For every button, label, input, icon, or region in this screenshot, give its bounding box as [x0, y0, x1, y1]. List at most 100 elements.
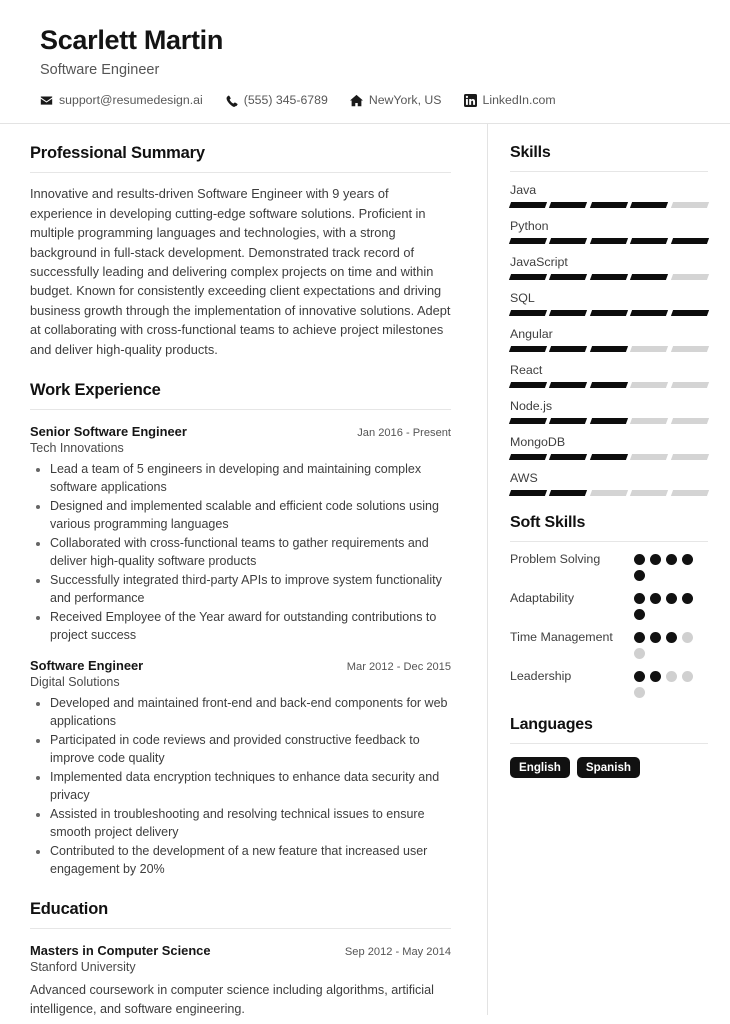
work-bullet: Received Employee of the Year award for …: [50, 608, 451, 644]
work-entry-head: Software Engineer Mar 2012 - Dec 2015: [30, 658, 451, 673]
work-bullet: Developed and maintained front-end and b…: [50, 694, 451, 730]
soft-skill-item: Time Management: [510, 629, 708, 660]
section-rule: [510, 541, 708, 543]
candidate-name: Scarlett Martin: [40, 25, 224, 55]
skill-name: React: [510, 363, 543, 378]
skill-segment: [670, 238, 710, 245]
skill-segment: [589, 346, 629, 353]
main-column: Professional Summary Innovative and resu…: [0, 124, 487, 1016]
section-rule: [30, 172, 451, 174]
skill-segment: [589, 238, 629, 245]
skill-item: SQL: [508, 291, 710, 317]
work-company: Tech Innovations: [30, 441, 124, 456]
contact-phone[interactable]: (555) 345-6789: [225, 93, 328, 107]
skill-level-bar: [508, 490, 710, 497]
contact-phone-text: (555) 345-6789: [243, 93, 328, 108]
soft-skill-rating: [634, 590, 708, 621]
section-education: Education Masters in Computer Science Sep…: [30, 900, 451, 1024]
skill-segment: [589, 454, 629, 461]
soft-skill-item: Adaptability: [510, 590, 708, 621]
section-rule: [30, 928, 451, 930]
skill-segment: [589, 418, 629, 425]
section-soft-skills: Soft Skills Problem Solving Adaptability T…: [510, 514, 708, 699]
skill-segment: [508, 238, 548, 245]
skill-segment: [630, 310, 669, 317]
skill-segment: [508, 310, 548, 317]
soft-skill-dot: [634, 632, 645, 644]
skill-item: Java: [508, 183, 710, 209]
skill-item: JavaScript: [508, 255, 710, 281]
skill-segment: [630, 202, 669, 209]
soft-skill-item: Leadership: [510, 668, 708, 699]
education-description: Advanced coursework in computer science …: [30, 983, 434, 1016]
work-role: Software Engineer: [30, 658, 144, 674]
skill-segment: [549, 202, 588, 209]
contact-linkedin[interactable]: LinkedIn.com: [463, 93, 556, 107]
skill-segment: [630, 382, 669, 389]
skill-segment: [508, 490, 548, 497]
skill-segment: [549, 418, 588, 425]
soft-skill-rating: [634, 629, 708, 660]
skill-item: Python: [508, 219, 710, 245]
work-entry: Senior Software Engineer Jan 2016 - Prese…: [30, 424, 451, 644]
work-role: Senior Software Engineer: [30, 424, 187, 440]
soft-skill-dot: [634, 609, 645, 621]
section-rule: [510, 171, 708, 173]
soft-skill-dot: [650, 593, 661, 605]
resume-page: Scarlett Martin Software Engineer suppor…: [0, 0, 730, 1024]
soft-skill-item: Problem Solving: [510, 551, 708, 582]
soft-skill-dot: [634, 554, 645, 566]
skill-segment: [630, 238, 669, 245]
skill-item: Angular: [508, 327, 710, 353]
skill-segment: [670, 202, 710, 209]
contact-location: NewYork, US: [349, 93, 442, 107]
contact-list: support@resumedesign.ai (555) 345-6789 N…: [40, 93, 694, 107]
language-tag: English: [510, 757, 570, 779]
soft-skill-name: Problem Solving: [510, 552, 601, 567]
skill-segment: [549, 346, 588, 353]
skill-segment: [549, 382, 588, 389]
skill-level-bar: [508, 202, 710, 209]
skill-segment: [670, 382, 710, 389]
skill-level-bar: [508, 382, 710, 389]
skill-segment: [549, 274, 588, 281]
skill-name: SQL: [510, 291, 535, 306]
education-degree: Masters in Computer Science: [30, 943, 211, 959]
work-company: Digital Solutions: [30, 675, 120, 690]
skill-segment: [508, 274, 548, 281]
skill-segment: [549, 490, 588, 497]
skill-level-bar: [508, 346, 710, 353]
skill-segment: [549, 238, 588, 245]
work-bullet: Implemented data encryption techniques t…: [50, 768, 451, 804]
soft-skill-dot: [634, 593, 645, 605]
skill-segment: [670, 274, 710, 281]
soft-skill-dot: [666, 632, 677, 644]
work-date: Jan 2016 - Present: [357, 427, 451, 440]
section-professional-summary: Professional Summary Innovative and resu…: [30, 144, 451, 359]
soft-skill-rating: [634, 668, 708, 699]
soft-skill-dot: [682, 671, 693, 683]
envelope-icon: [40, 94, 53, 107]
skill-item: MongoDB: [508, 435, 710, 461]
skill-level-bar: [508, 418, 710, 425]
soft-skill-dot: [682, 554, 693, 566]
skill-item: AWS: [508, 471, 710, 497]
soft-skill-dot: [666, 593, 677, 605]
contact-email[interactable]: support@resumedesign.ai: [40, 93, 203, 107]
soft-skill-name: Adaptability: [510, 591, 575, 606]
skill-segment: [589, 310, 629, 317]
work-list: Senior Software Engineer Jan 2016 - Prese…: [30, 424, 451, 878]
skill-segment: [508, 202, 548, 209]
education-entry-head: Masters in Computer Science Sep 2012 - Ma…: [30, 943, 451, 958]
skill-segment: [630, 274, 669, 281]
soft-skill-dot: [634, 570, 645, 582]
summary-text: Innovative and results-driven Software E…: [30, 186, 451, 357]
education-list: Masters in Computer Science Sep 2012 - Ma…: [30, 943, 451, 1024]
work-bullet: Participated in code reviews and provide…: [50, 731, 451, 767]
language-list: English Spanish: [510, 757, 708, 779]
skill-segment: [508, 382, 548, 389]
skill-segment: [549, 454, 588, 461]
sidebar-column: Skills Java Python JavaScript SQL Angular Rea…: [487, 124, 730, 1016]
skill-segment: [670, 346, 710, 353]
skill-segment: [549, 310, 588, 317]
